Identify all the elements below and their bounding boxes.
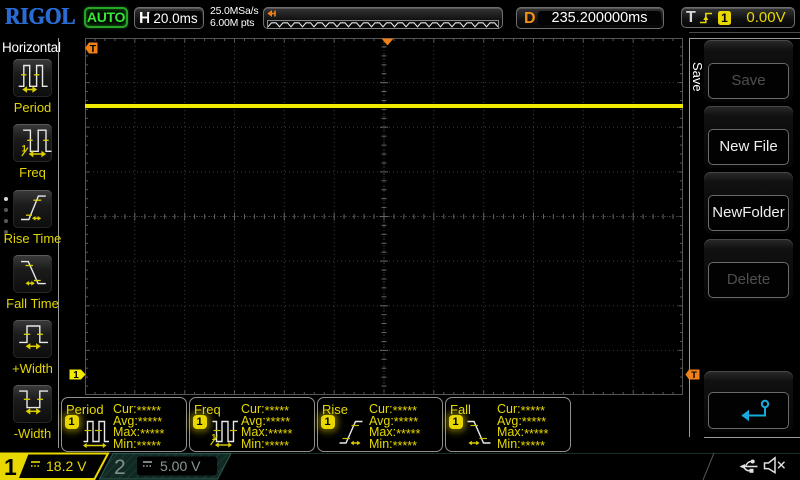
svg-text:T: T (90, 43, 97, 54)
svg-text:1: 1 (73, 370, 79, 380)
svg-text:T: T (691, 370, 697, 380)
svg-text:1: 1 (4, 454, 17, 480)
svg-text:18.2 V: 18.2 V (46, 458, 87, 474)
svg-text:2: 2 (114, 456, 126, 479)
svg-text:5.00 V: 5.00 V (160, 458, 201, 474)
